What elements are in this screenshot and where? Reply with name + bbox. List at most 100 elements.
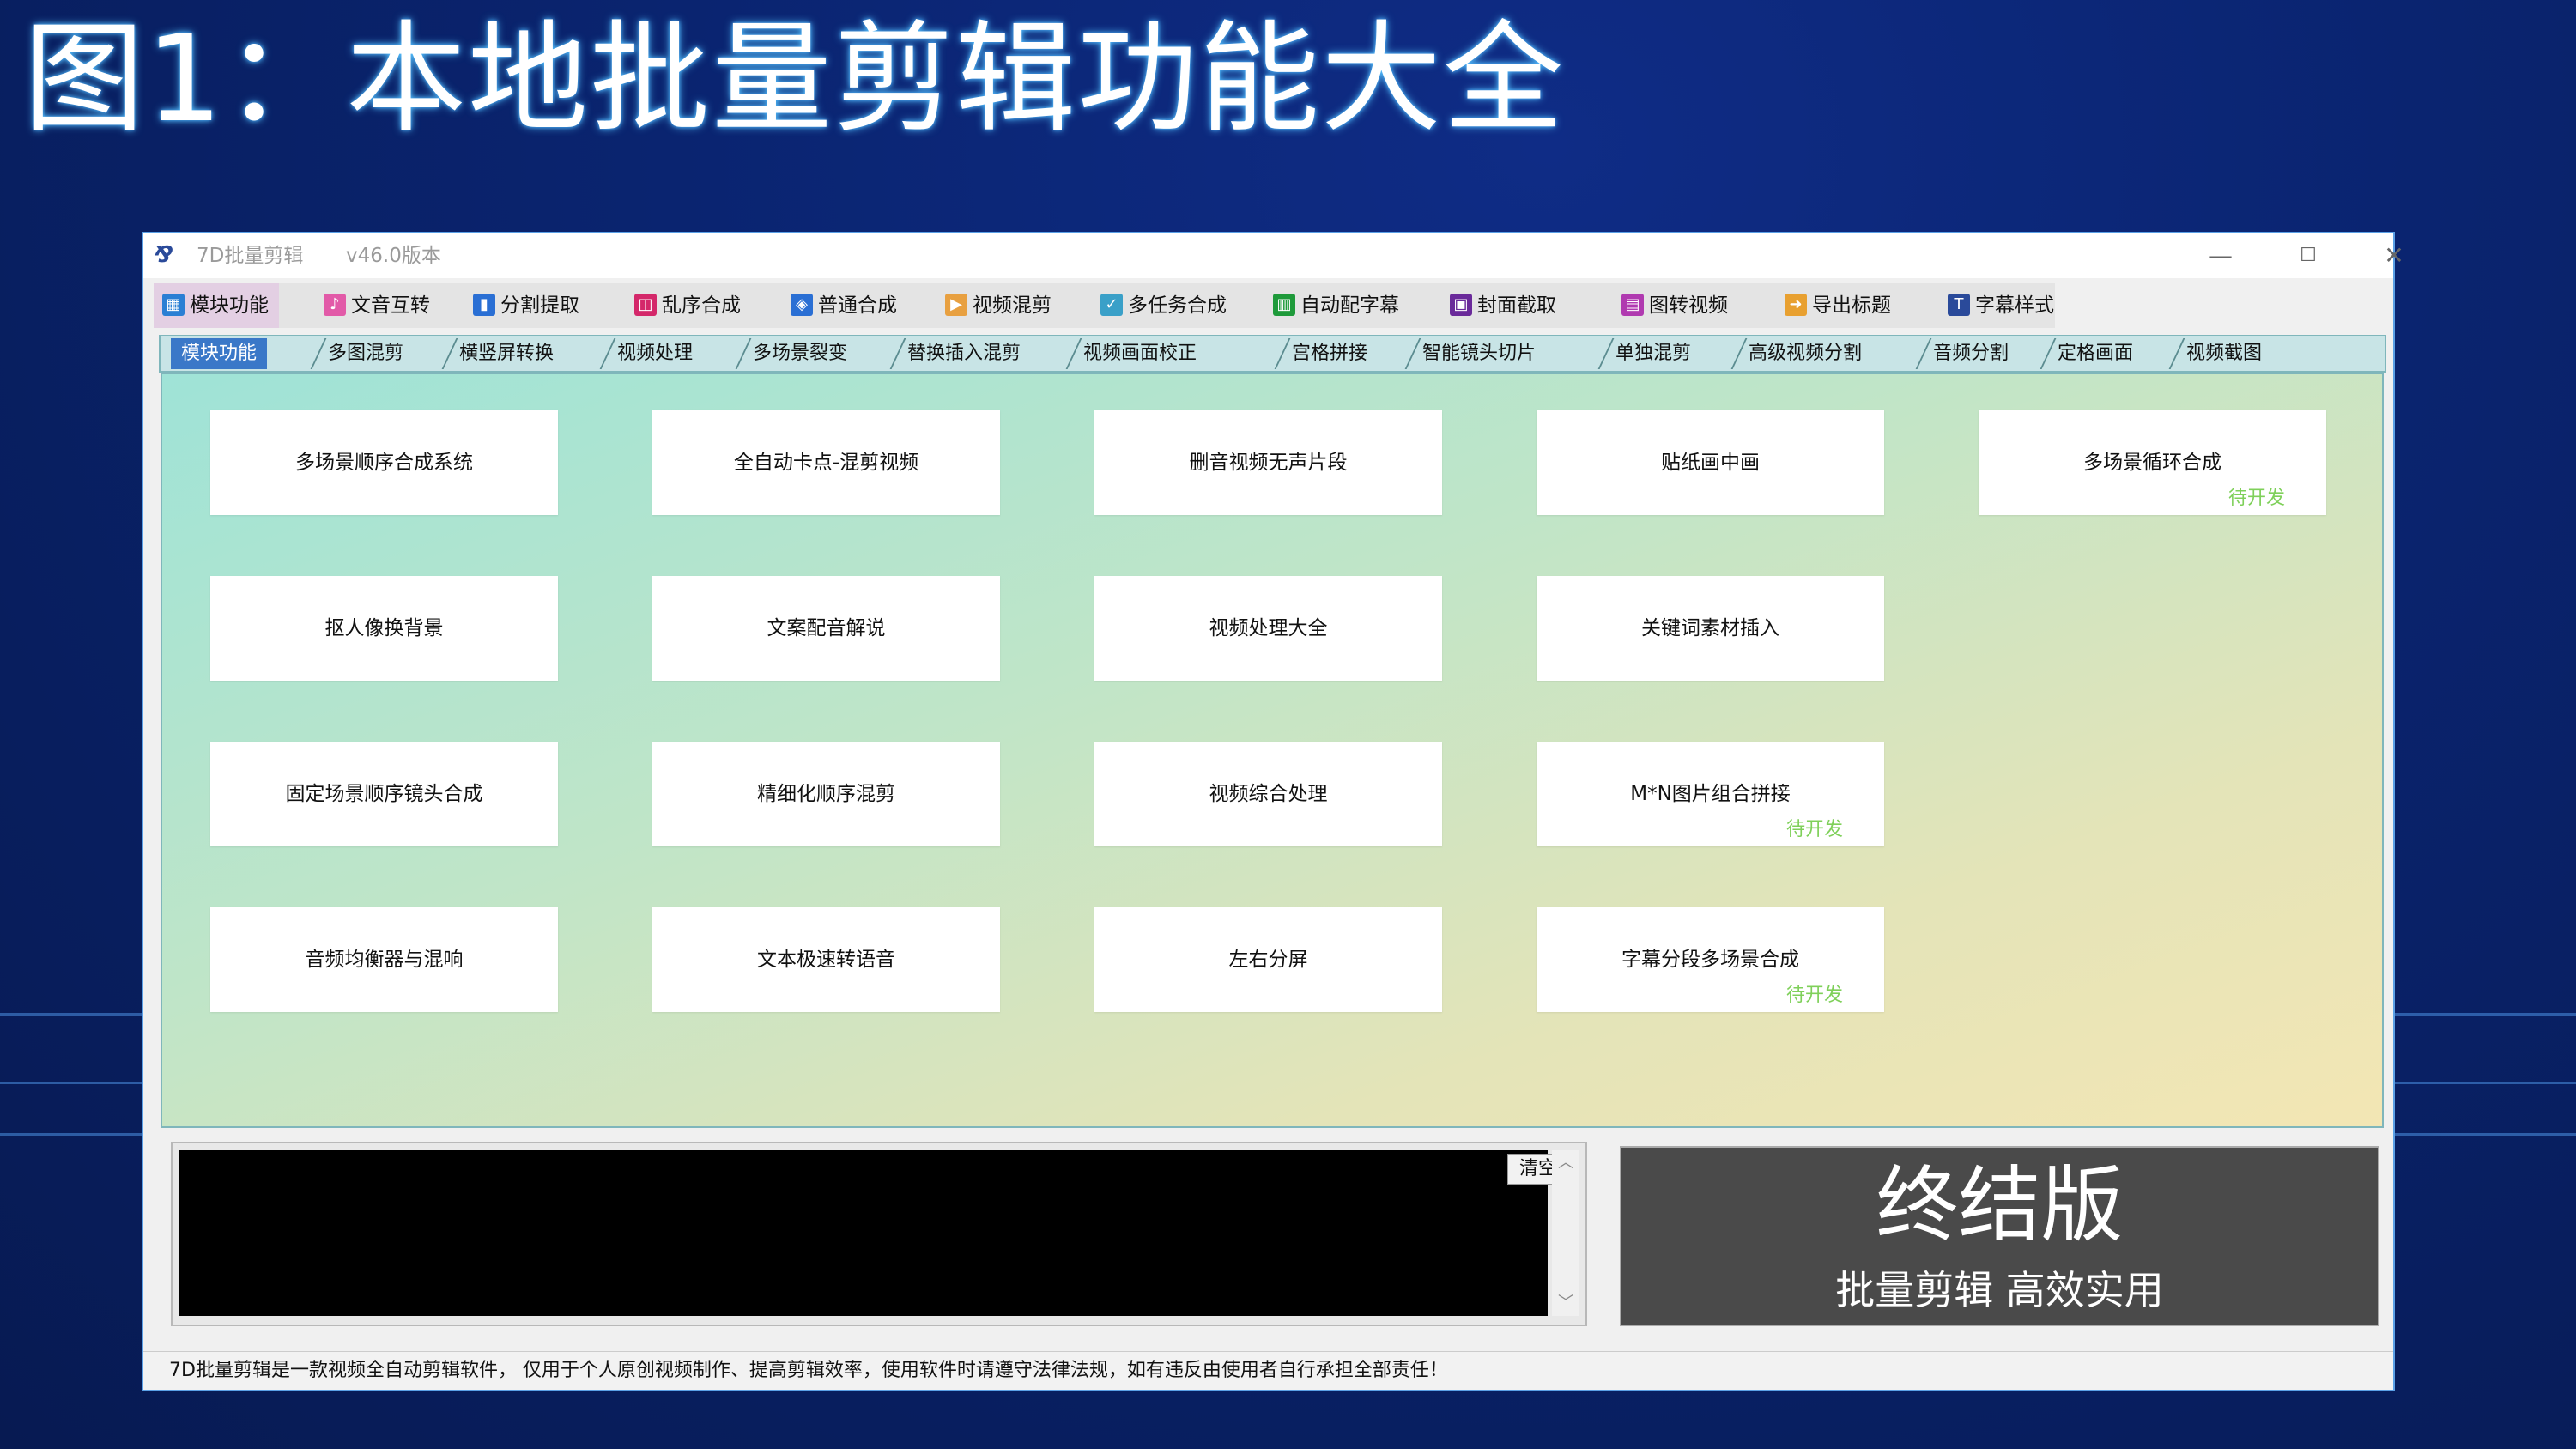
tab-item[interactable]: 宫格拼接: [1292, 338, 1367, 369]
toolbar-item[interactable]: ▦ 模块功能: [154, 283, 279, 328]
module-card[interactable]: 删音视频无声片段: [1094, 410, 1442, 515]
module-card[interactable]: 抠人像换背景: [210, 576, 558, 681]
module-card[interactable]: 多场景顺序合成系统: [210, 410, 558, 515]
module-card[interactable]: 关键词素材插入: [1537, 576, 1884, 681]
tab-item[interactable]: 视频画面校正: [1083, 338, 1197, 369]
module-card-label: 全自动卡点-混剪视频: [733, 452, 919, 474]
tab-item[interactable]: 定格画面: [2058, 338, 2133, 369]
close-button[interactable]: ✕: [2351, 233, 2437, 278]
tab-item[interactable]: 多图混剪: [328, 338, 403, 369]
tab-item[interactable]: 视频处理: [617, 338, 693, 369]
module-card-label: 左右分屏: [1228, 949, 1308, 971]
window-version: v46.0版本: [346, 245, 441, 267]
toolbar-item-label: 多任务合成: [1128, 294, 1227, 317]
tab-separator: [1274, 338, 1291, 369]
toolbar-item[interactable]: ◫ 乱序合成: [626, 283, 751, 328]
text-style-icon: T: [1948, 293, 1970, 316]
toolbar-item-label: 乱序合成: [662, 294, 741, 317]
module-card[interactable]: 文本极速转语音: [652, 907, 1000, 1012]
scroll-down-icon[interactable]: ﹀: [1552, 1290, 1579, 1316]
tab-item[interactable]: 音频分割: [1933, 338, 2009, 369]
module-card[interactable]: 音频均衡器与混响: [210, 907, 558, 1012]
title-bar: ⅋ 7D批量剪辑 v46.0版本 — ☐ ✕: [143, 233, 2404, 278]
toolbar-item-label: 文音互转: [351, 294, 430, 317]
toolbar-item[interactable]: ✓ 多任务合成: [1092, 283, 1237, 328]
multitask-icon: ✓: [1100, 293, 1123, 316]
toolbar-item[interactable]: ▶ 视频混剪: [936, 283, 1062, 328]
tab-separator: [1597, 338, 1615, 369]
maximize-button[interactable]: ☐: [2265, 233, 2351, 278]
module-card[interactable]: M*N图片组合拼接 待开发: [1537, 742, 1884, 846]
split-icon: ▮: [473, 293, 495, 316]
module-card[interactable]: 字幕分段多场景合成 待开发: [1537, 907, 1884, 1012]
log-output[interactable]: [179, 1150, 1548, 1316]
pending-badge: 待开发: [1785, 819, 1843, 840]
tab-item[interactable]: 替换插入混剪: [907, 338, 1021, 369]
module-card[interactable]: 左右分屏: [1094, 907, 1442, 1012]
module-card-label: 音频均衡器与混响: [305, 949, 464, 971]
tab-item[interactable]: 多场景裂变: [753, 338, 847, 369]
subtitle-icon: ▥: [1273, 293, 1295, 316]
toolbar-item[interactable]: ▥ 自动配字幕: [1264, 283, 1409, 328]
pending-badge: 待开发: [2227, 488, 2285, 509]
slide-heading: 图1：本地批量剪辑功能大全: [24, 9, 1566, 149]
grid-icon: ▦: [162, 293, 185, 316]
tab-separator: [441, 338, 458, 369]
module-card[interactable]: 文案配音解说: [652, 576, 1000, 681]
promo-title: 终结版: [1876, 1157, 2124, 1253]
tab-separator: [1404, 338, 1421, 369]
module-card-label: 视频处理大全: [1209, 617, 1328, 640]
toolbar-item[interactable]: T 字幕样式: [1939, 283, 2064, 328]
scroll-up-icon[interactable]: ︿: [1552, 1150, 1579, 1176]
tab-item[interactable]: 视频截图: [2186, 338, 2262, 369]
module-card[interactable]: 精细化顺序混剪: [652, 742, 1000, 846]
log-frame: 清空 ︿ ﹀: [171, 1142, 1587, 1326]
module-card-label: 抠人像换背景: [324, 617, 444, 640]
toolbar-item-label: 导出标题: [1812, 294, 1891, 317]
toolbar-item[interactable]: ▮ 分割提取: [464, 283, 590, 328]
module-card[interactable]: 视频处理大全: [1094, 576, 1442, 681]
tab-item[interactable]: 单独混剪: [1615, 338, 1691, 369]
module-card[interactable]: 固定场景顺序镜头合成: [210, 742, 558, 846]
module-card[interactable]: 贴纸画中画: [1537, 410, 1884, 515]
module-card-label: 关键词素材插入: [1641, 617, 1779, 640]
export-icon: ➜: [1785, 293, 1807, 316]
module-card[interactable]: 多场景循环合成 待开发: [1979, 410, 2326, 515]
tab-strip: 模块功能 多图混剪 横竖屏转换 视频处理 多场景裂变 替换插入混剪 视频画面校正 宫格拼接 智能…: [159, 335, 2386, 373]
image-video-icon: ▤: [1621, 293, 1644, 316]
pending-badge: 待开发: [1785, 985, 1843, 1006]
toolbar-item-label: 封面截取: [1477, 294, 1556, 317]
minimize-button[interactable]: —: [2178, 233, 2264, 278]
tab-item[interactable]: 模块功能: [171, 338, 268, 369]
module-panel: 多场景顺序合成系统 全自动卡点-混剪视频 删音视频无声片段 贴纸画中画 多场景循环合成待…: [161, 373, 2384, 1128]
module-card[interactable]: 视频综合处理: [1094, 742, 1442, 846]
toolbar-item-label: 分割提取: [500, 294, 579, 317]
tab-separator: [599, 338, 616, 369]
tab-separator: [1730, 338, 1748, 369]
toolbar-item-label: 自动配字幕: [1300, 294, 1399, 317]
toolbar-item[interactable]: ▣ 封面截取: [1441, 283, 1567, 328]
text-audio-icon: ♪: [324, 293, 346, 316]
toolbar-item-label: 模块功能: [190, 294, 269, 317]
module-card[interactable]: 全自动卡点-混剪视频: [652, 410, 1000, 515]
module-card-label: 固定场景顺序镜头合成: [285, 783, 483, 805]
promo-subtitle: 批量剪辑 高效实用: [1835, 1267, 2164, 1313]
toolbar-item-label: 图转视频: [1649, 294, 1728, 317]
status-bar: 7D批量剪辑是一款视频全自动剪辑软件， 仅用于个人原创视频制作、提高剪辑效率，使…: [143, 1351, 2393, 1390]
toolbar-item-label: 视频混剪: [973, 294, 1052, 317]
tab-item[interactable]: 高级视频分割: [1749, 338, 1862, 369]
toolbar-item[interactable]: ♪ 文音互转: [315, 283, 440, 328]
log-scrollbar[interactable]: ︿ ﹀: [1552, 1150, 1579, 1316]
tab-separator: [2040, 338, 2057, 369]
toolbar-item[interactable]: ▤ 图转视频: [1613, 283, 1738, 328]
tab-separator: [889, 338, 906, 369]
tab-item[interactable]: 横竖屏转换: [459, 338, 554, 369]
shuffle-icon: ◫: [634, 293, 657, 316]
toolbar-item[interactable]: ➜ 导出标题: [1776, 283, 1901, 328]
app-logo-icon: ⅋: [154, 242, 173, 268]
video-mix-icon: ▶: [945, 293, 967, 316]
toolbar-item[interactable]: ◈ 普通合成: [782, 283, 907, 328]
tab-separator: [735, 338, 752, 369]
tab-separator: [1915, 338, 1932, 369]
tab-item[interactable]: 智能镜头切片: [1422, 338, 1536, 369]
